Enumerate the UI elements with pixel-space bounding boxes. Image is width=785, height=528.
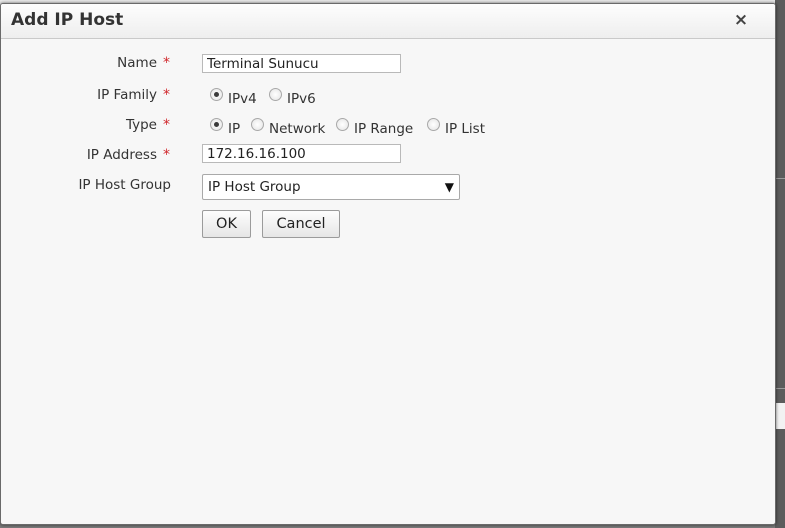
ip-family-row: IP Family * IPv4 IPv6 [1, 84, 775, 107]
ok-button[interactable]: OK [202, 210, 251, 238]
ip-address-row: IP Address * [1, 144, 775, 166]
type-network-radio[interactable] [251, 118, 264, 131]
ip-host-group-label: IP Host Group [78, 177, 171, 193]
ip-host-group-value: IP Host Group [208, 179, 301, 195]
required-mark: * [163, 117, 170, 133]
name-row: Name * [1, 52, 775, 74]
background-page-fragment [775, 403, 785, 429]
type-ip-range-radio[interactable] [336, 118, 349, 131]
required-mark: * [163, 147, 170, 163]
ip-address-label: IP Address [86, 147, 157, 163]
ipv4-radio[interactable] [210, 88, 223, 101]
close-icon[interactable]: × [733, 12, 749, 29]
background-divider [775, 178, 785, 179]
ip-family-label: IP Family [97, 87, 157, 103]
background-divider [775, 388, 785, 389]
ipv6-radio[interactable] [269, 88, 282, 101]
dialog-titlebar: Add IP Host × [1, 4, 775, 39]
required-mark: * [163, 87, 170, 103]
type-ip-radio[interactable] [210, 118, 223, 131]
name-label: Name [117, 55, 157, 71]
ipv4-label[interactable]: IPv4 [228, 91, 257, 107]
caret-down-icon: ▼ [444, 180, 454, 194]
ipv6-label[interactable]: IPv6 [287, 91, 316, 107]
required-mark: * [163, 55, 170, 71]
type-ip-range-label[interactable]: IP Range [354, 121, 413, 137]
type-ip-label[interactable]: IP [228, 121, 240, 137]
type-ip-list-radio[interactable] [427, 118, 440, 131]
ip-host-group-select[interactable]: IP Host Group ▼ [202, 174, 460, 200]
type-ip-list-label[interactable]: IP List [445, 121, 485, 137]
ip-address-input[interactable] [202, 144, 401, 163]
type-network-label[interactable]: Network [269, 121, 325, 137]
background-page-edge [775, 0, 785, 528]
cancel-button[interactable]: Cancel [262, 210, 340, 238]
name-input[interactable] [202, 54, 401, 73]
dialog-title: Add IP Host [11, 10, 124, 30]
type-label: Type [125, 117, 157, 133]
add-ip-host-dialog: Add IP Host × Name * IP Family * IPv4 IP… [0, 3, 776, 525]
type-row: Type * IP Network IP Range IP List [1, 114, 775, 137]
